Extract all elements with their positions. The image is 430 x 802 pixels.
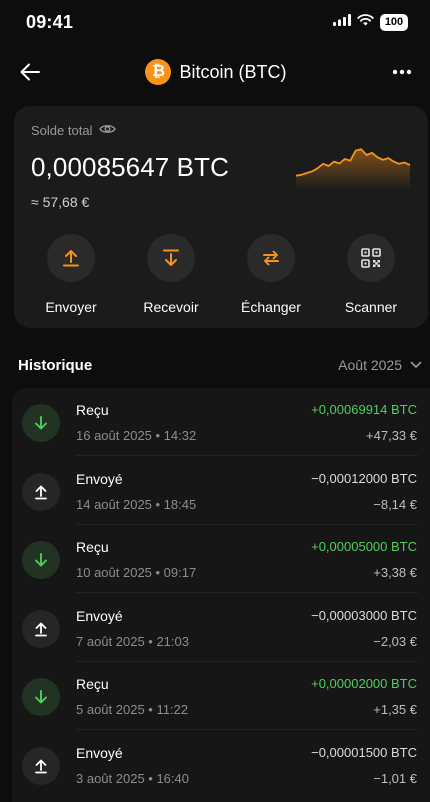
balance-amount: 0,00085647 BTC: [31, 152, 229, 182]
wifi-icon: [357, 13, 374, 31]
transaction-fiat: −1,01 €: [373, 771, 417, 786]
transaction-row[interactable]: Envoyé 3 août 2025 • 16:40 −0,00001500 B…: [12, 731, 430, 799]
transaction-type: Reçu: [76, 676, 109, 692]
swap-label: Échanger: [241, 299, 301, 315]
arrow-left-icon: [20, 63, 40, 81]
transaction-date: 3 août 2025 • 16:40: [76, 771, 189, 786]
send-label: Envoyer: [45, 299, 97, 315]
send-button[interactable]: [47, 234, 95, 282]
transaction-type: Envoyé: [76, 471, 123, 487]
transaction-type: Reçu: [76, 402, 109, 418]
status-time: 09:41: [26, 11, 74, 32]
transaction-fiat: +3,38 €: [373, 565, 417, 580]
transaction-row[interactable]: Reçu 16 août 2025 • 14:32 +0,00069914 BT…: [12, 388, 430, 456]
transaction-amount: −0,00003000 BTC: [311, 608, 417, 623]
received-arrow-icon: [22, 541, 60, 579]
transaction-type: Envoyé: [76, 608, 123, 624]
more-dots-icon: [392, 69, 412, 75]
history-header: Historique Août 2025: [18, 352, 422, 378]
transaction-date: 16 août 2025 • 14:32: [76, 428, 197, 443]
chevron-down-icon: [410, 361, 422, 368]
row-divider: [76, 592, 418, 593]
transaction-fiat: −8,14 €: [373, 497, 417, 512]
transaction-amount: +0,00069914 BTC: [311, 402, 417, 417]
back-button[interactable]: [16, 58, 44, 86]
transaction-row[interactable]: Envoyé 7 août 2025 • 21:03 −0,00003000 B…: [12, 594, 430, 662]
sent-arrow-icon: [22, 473, 60, 511]
send-up-icon: [63, 250, 79, 267]
transaction-type: Reçu: [76, 539, 109, 555]
row-divider: [76, 455, 418, 456]
more-options-button[interactable]: [388, 58, 416, 86]
scan-label: Scanner: [344, 299, 398, 315]
battery-icon: 100: [380, 13, 408, 31]
swap-action[interactable]: Échanger: [221, 234, 321, 315]
receive-action[interactable]: Recevoir: [121, 234, 221, 315]
transaction-fiat: −2,03 €: [373, 634, 417, 649]
nav-header: ₿ Bitcoin (BTC): [0, 44, 430, 100]
period-label: Août 2025: [338, 357, 402, 373]
balance-fiat-value: ≈ 57,68 €: [31, 194, 90, 210]
balance-label-row: Solde total: [31, 123, 117, 138]
price-sparkline: [295, 148, 411, 190]
transaction-amount: −0,00001500 BTC: [311, 745, 417, 760]
transaction-amount: −0,00012000 BTC: [311, 471, 417, 486]
history-title: Historique: [18, 356, 93, 374]
transaction-fiat: +47,33 €: [366, 428, 417, 443]
receive-down-icon: [163, 249, 179, 266]
qr-scan-icon: [361, 248, 381, 268]
coin-title: ₿ Bitcoin (BTC): [145, 59, 287, 85]
transaction-date: 10 août 2025 • 09:17: [76, 565, 197, 580]
scan-action[interactable]: Scanner: [321, 234, 421, 315]
eye-toggle-icon[interactable]: [99, 123, 117, 138]
received-arrow-icon: [22, 678, 60, 716]
transaction-date: 5 août 2025 • 11:22: [76, 702, 189, 717]
transaction-date: 7 août 2025 • 21:03: [76, 634, 189, 649]
sent-arrow-icon: [22, 747, 60, 785]
period-selector[interactable]: Août 2025: [338, 357, 422, 373]
bitcoin-logo-icon: ₿: [145, 59, 172, 85]
receive-button[interactable]: [147, 234, 195, 282]
row-divider: [76, 729, 418, 730]
transaction-date: 14 août 2025 • 18:45: [76, 497, 197, 512]
transaction-row[interactable]: Reçu 10 août 2025 • 09:17 +0,00005000 BT…: [12, 525, 430, 593]
receive-label: Recevoir: [143, 299, 199, 315]
transaction-list: Reçu 16 août 2025 • 14:32 +0,00069914 BT…: [12, 388, 430, 802]
swap-button[interactable]: [247, 234, 295, 282]
sent-arrow-icon: [22, 610, 60, 648]
transaction-amount: +0,00005000 BTC: [311, 539, 417, 554]
status-icons: 100: [333, 13, 408, 31]
transaction-amount: +0,00002000 BTC: [311, 676, 417, 691]
transaction-fiat: +1,35 €: [373, 702, 417, 717]
transaction-type: Envoyé: [76, 745, 123, 761]
wallet-screen: 09:41 100 ₿ Bitcoin (BTC) Solde total 0,…: [0, 0, 430, 802]
transaction-row[interactable]: Reçu 5 août 2025 • 11:22 +0,00002000 BTC…: [12, 662, 430, 730]
signal-icon: [333, 13, 351, 31]
scan-button[interactable]: [347, 234, 395, 282]
status-bar: 09:41 100: [0, 0, 430, 44]
balance-label: Solde total: [31, 123, 93, 138]
transaction-row[interactable]: Envoyé 14 août 2025 • 18:45 −0,00012000 …: [12, 457, 430, 525]
received-arrow-icon: [22, 404, 60, 442]
balance-card: Solde total 0,00085647 BTC ≈ 57,68 € Env…: [14, 106, 428, 328]
page-title: Bitcoin (BTC): [179, 61, 287, 82]
send-action[interactable]: Envoyer: [21, 234, 121, 315]
swap-icon: [263, 250, 279, 266]
